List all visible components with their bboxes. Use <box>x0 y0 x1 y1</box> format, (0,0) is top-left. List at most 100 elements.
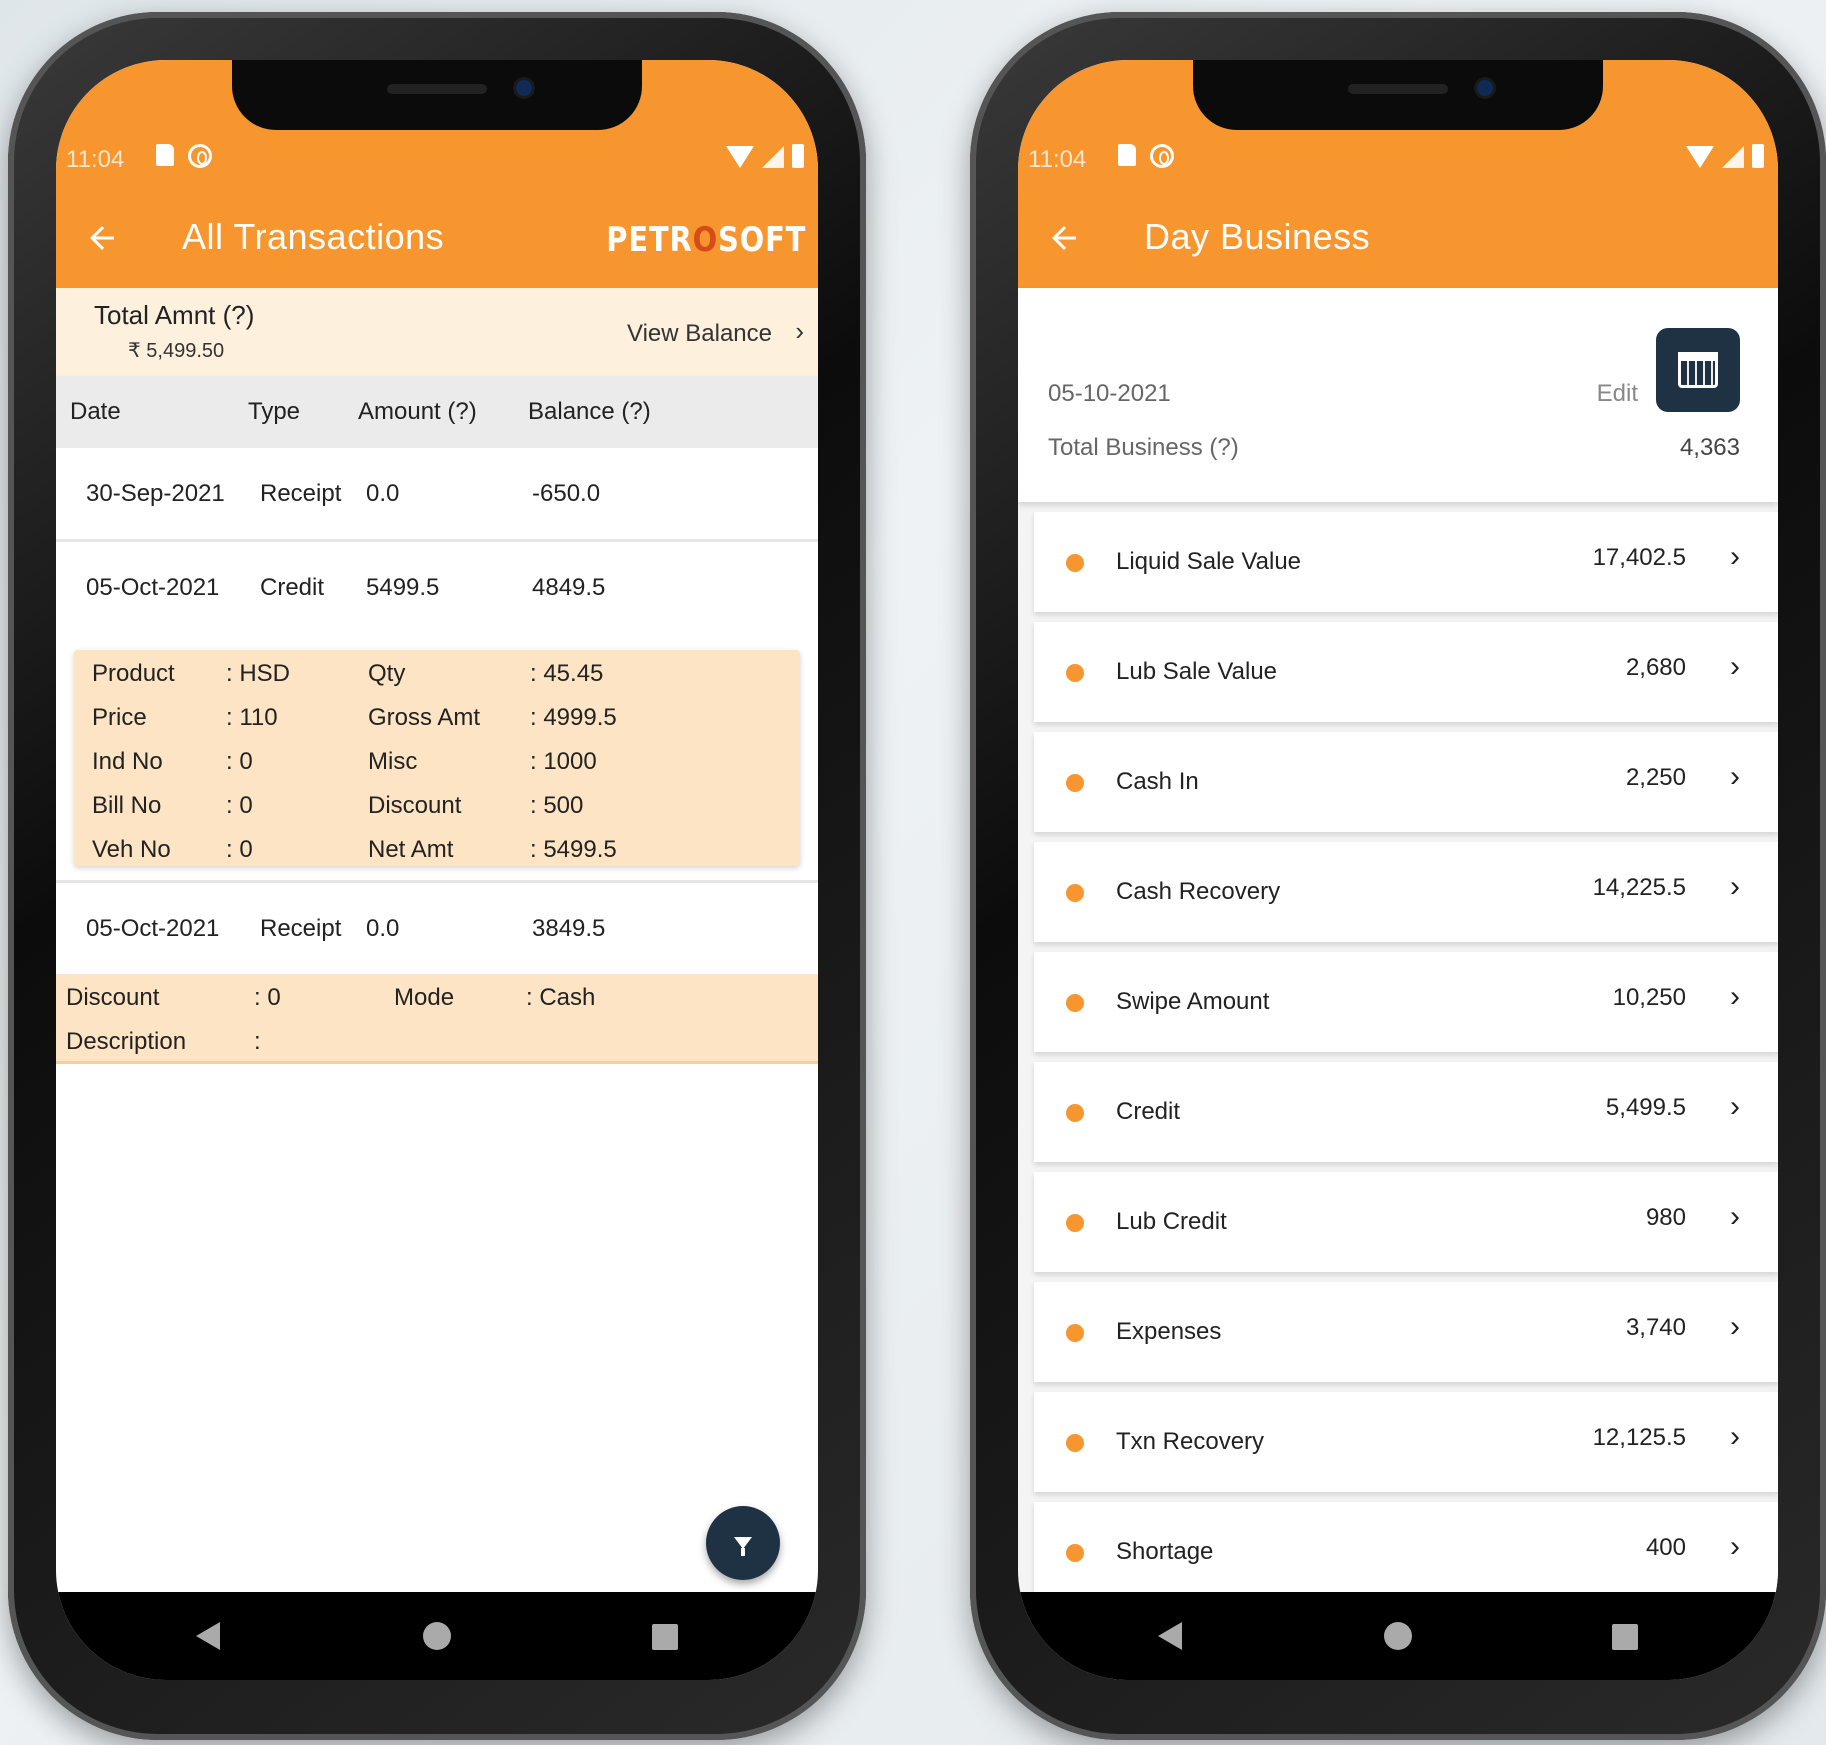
phone-frame-right: 11:04 Day Business 05-10-2021 Edit Total… <box>970 12 1826 1740</box>
row-amount: 0.0 <box>366 480 400 507</box>
nav-back-icon[interactable] <box>196 1622 220 1650</box>
detail-key: Net Amt <box>368 836 454 863</box>
nav-home-icon[interactable] <box>423 1622 451 1650</box>
day-summary-card: 05-10-2021 Edit Total Business (?) 4,363 <box>1018 288 1778 502</box>
item-value: 980 <box>1645 1204 1686 1231</box>
item-label: Credit <box>1116 1098 1181 1125</box>
list-item[interactable]: Shortage 400 › <box>1034 1502 1778 1602</box>
wifi-icon <box>1686 146 1714 168</box>
detail-value: : 0 <box>254 984 281 1011</box>
item-value: 400 <box>1645 1534 1686 1561</box>
detail-line: Price : 110 Gross Amt : 4999.5 <box>84 704 810 734</box>
table-row[interactable]: 30-Sep-2021 Receipt 0.0 -650.0 <box>56 448 818 542</box>
detail-value: : <box>254 1028 261 1055</box>
back-arrow-icon[interactable] <box>84 220 120 256</box>
list-item[interactable]: Lub Credit 980 › <box>1034 1172 1778 1272</box>
item-label: Swipe Amount <box>1116 988 1270 1015</box>
nav-home-icon[interactable] <box>1384 1622 1412 1650</box>
bullet-icon <box>1066 884 1084 902</box>
item-value: 12,125.5 <box>1592 1424 1686 1451</box>
detail-line: Product : HSD Qty : 45.45 <box>84 660 810 690</box>
list-item[interactable]: Swipe Amount 10,250 › <box>1034 952 1778 1052</box>
detail-key: Description <box>66 1028 187 1055</box>
calendar-button[interactable] <box>1656 328 1740 412</box>
detail-value: : 110 <box>226 704 278 731</box>
speaker <box>1348 84 1448 94</box>
bullet-icon <box>1066 1104 1084 1122</box>
chevron-right-icon: › <box>1730 1310 1740 1343</box>
android-nav-bar <box>1018 1592 1778 1680</box>
chevron-right-icon: › <box>1730 650 1740 683</box>
chevron-right-icon[interactable]: › <box>795 316 804 347</box>
nav-recents-icon[interactable] <box>1612 1624 1638 1650</box>
chevron-right-icon: › <box>1730 980 1740 1013</box>
chevron-right-icon: › <box>1730 1090 1740 1123</box>
app-bar: Day Business <box>1018 190 1778 288</box>
view-balance-link[interactable]: View Balance <box>627 320 772 348</box>
status-time: 11:04 <box>1028 146 1087 173</box>
row-date: 05-Oct-2021 <box>86 574 220 601</box>
bullet-icon <box>1066 554 1084 572</box>
filter-button[interactable] <box>706 1506 780 1580</box>
speaker <box>387 84 487 94</box>
row-amount: 5499.5 <box>366 574 440 601</box>
notch <box>232 60 642 130</box>
calendar-icon <box>1678 352 1718 388</box>
chevron-right-icon: › <box>1730 540 1740 573</box>
chevron-right-icon: › <box>1730 870 1740 903</box>
column-header-date: Date <box>70 398 121 425</box>
credit-detail-card: Product : HSD Qty : 45.45 Price : 110 Gr… <box>74 650 800 866</box>
detail-value: : 45.45 <box>530 660 604 687</box>
detail-key: Mode <box>394 984 455 1011</box>
nav-back-icon[interactable] <box>1158 1622 1182 1650</box>
receipt-detail-panel: Discount : 0 Mode : Cash Description : <box>56 974 818 1064</box>
row-date: 05-Oct-2021 <box>86 915 220 942</box>
petrosoft-logo: PETROSOFT <box>606 220 806 260</box>
detail-value: : 5499.5 <box>530 836 617 863</box>
list-item[interactable]: Liquid Sale Value 17,402.5 › <box>1034 512 1778 612</box>
table-row[interactable]: 05-Oct-2021 Credit 5499.5 4849.5 <box>56 542 818 636</box>
item-label: Cash In <box>1116 768 1199 795</box>
wifi-icon <box>726 146 754 168</box>
notch <box>1193 60 1603 130</box>
signal-icon <box>1722 146 1744 168</box>
camera <box>1477 80 1493 96</box>
detail-line: Bill No : 0 Discount : 500 <box>84 792 810 822</box>
item-label: Cash Recovery <box>1116 878 1281 905</box>
chevron-right-icon: › <box>1730 1200 1740 1233</box>
detail-key: Gross Amt <box>368 704 481 731</box>
total-amount-value: ₹ 5,499.50 <box>128 340 225 362</box>
detail-value: : 0 <box>226 748 253 775</box>
chevron-right-icon: › <box>1730 1420 1740 1453</box>
page-title: Day Business <box>1144 216 1371 257</box>
table-row[interactable]: 05-Oct-2021 Receipt 0.0 3849.5 <box>56 880 818 974</box>
list-item[interactable]: Lub Sale Value 2,680 › <box>1034 622 1778 722</box>
item-label: Shortage <box>1116 1538 1214 1565</box>
item-value: 2,680 <box>1625 654 1686 681</box>
bullet-icon <box>1066 994 1084 1012</box>
detail-key: Discount <box>368 792 462 819</box>
detail-key: Discount <box>66 984 160 1011</box>
row-amount: 0.0 <box>366 915 400 942</box>
nav-recents-icon[interactable] <box>652 1624 678 1650</box>
bullet-icon <box>1066 1544 1084 1562</box>
back-arrow-icon[interactable] <box>1046 220 1082 256</box>
item-label: Liquid Sale Value <box>1116 548 1302 575</box>
edit-date-link[interactable]: Edit <box>1597 380 1638 408</box>
list-item[interactable]: Cash In 2,250 › <box>1034 732 1778 832</box>
list-item[interactable]: Cash Recovery 14,225.5 › <box>1034 842 1778 942</box>
detail-line: Veh No : 0 Net Amt : 5499.5 <box>84 836 810 866</box>
row-balance: 3849.5 <box>532 915 606 942</box>
column-header-amount: Amount (?) <box>358 398 477 425</box>
list-item[interactable]: Txn Recovery 12,125.5 › <box>1034 1392 1778 1492</box>
detail-value: : 0 <box>226 836 253 863</box>
chevron-right-icon: › <box>1730 1530 1740 1563</box>
item-label: Expenses <box>1116 1318 1222 1345</box>
detail-value: : 500 <box>530 792 584 819</box>
detail-line: Ind No : 0 Misc : 1000 <box>84 748 810 778</box>
detail-key: Price <box>92 704 147 731</box>
list-item[interactable]: Expenses 3,740 › <box>1034 1282 1778 1382</box>
item-value: 3,740 <box>1625 1314 1686 1341</box>
row-balance: -650.0 <box>532 480 601 507</box>
list-item[interactable]: Credit 5,499.5 › <box>1034 1062 1778 1162</box>
